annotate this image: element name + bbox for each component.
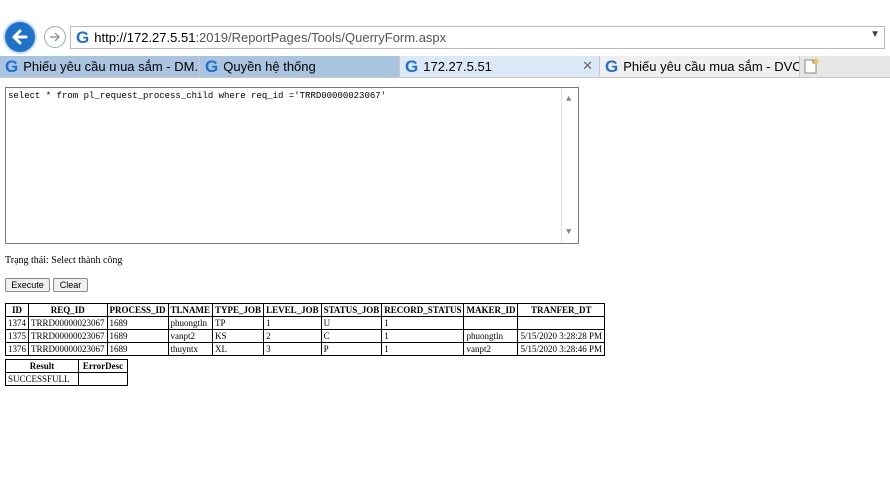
table-cell: vanpt2 — [463, 342, 519, 356]
status-text: Trạng thái: Select thành công — [5, 255, 123, 266]
table-row: 1375 TRRD00000023067 1689 vanpt2 KS 2 C … — [5, 329, 605, 343]
table-cell: 1689 — [106, 329, 169, 343]
table-cell: 1 — [381, 316, 465, 330]
new-tab-icon — [804, 58, 819, 74]
table-cell: SUCCESSFULL — [5, 372, 79, 386]
column-header: Result — [5, 359, 79, 373]
tab-system-permissions[interactable]: G Quyền hệ thống — [200, 56, 400, 77]
tab-current-page[interactable]: G 172.27.5.51 ✕ — [400, 56, 600, 77]
column-header: TYPE_JOB — [212, 303, 265, 317]
table-cell: 1 — [381, 329, 465, 343]
back-arrow-icon — [12, 29, 28, 45]
table-cell: XL — [212, 342, 265, 356]
tab-label: 172.27.5.51 — [423, 59, 492, 74]
tab-bar: G Phiếu yêu cầu mua sắm - DM... G Quyền … — [0, 56, 890, 78]
table-cell: 2 — [263, 329, 322, 343]
table-cell: 3 — [263, 342, 322, 356]
table-row: 1376 TRRD00000023067 1689 thuyntx XL 3 P… — [5, 342, 605, 356]
table-cell — [463, 316, 519, 330]
table-cell: TP — [212, 316, 265, 330]
column-header: STATUS_JOB — [320, 303, 383, 317]
table-cell — [78, 372, 128, 386]
tab-label: Phiếu yêu cầu mua sắm - DM... — [23, 59, 200, 74]
table-cell: C — [320, 329, 383, 343]
forward-button[interactable] — [44, 26, 66, 48]
query-textarea[interactable]: select * from pl_request_process_child w… — [5, 87, 579, 244]
new-tab-button[interactable] — [802, 57, 820, 75]
result-table: ID REQ_ID PROCESS_ID TLNAME TYPE_JOB LEV… — [5, 303, 605, 356]
column-header: TLNAME — [167, 303, 214, 317]
url-dropdown-icon[interactable]: ▼ — [870, 29, 880, 40]
table-cell: 1 — [263, 316, 322, 330]
table-cell: thuyntx — [167, 342, 214, 356]
column-header: ErrorDesc — [78, 359, 128, 373]
site-favicon-icon: G — [76, 28, 90, 47]
table-cell: 5/15/2020 3:28:28 PM — [517, 329, 605, 343]
table-cell: TRRD00000023067 — [28, 329, 108, 343]
tab-favicon-icon: G — [5, 57, 19, 76]
table-cell: 1375 — [5, 329, 29, 343]
table-header-row: ID REQ_ID PROCESS_ID TLNAME TYPE_JOB LEV… — [5, 303, 605, 317]
table-row: SUCCESSFULL — [5, 372, 128, 386]
summary-table: Result ErrorDesc SUCCESSFULL — [5, 359, 128, 386]
table-cell — [517, 316, 605, 330]
tab-purchase-request-dvcm[interactable]: G Phiếu yêu cầu mua sắm - DVCM — [600, 56, 800, 77]
table-cell: KS — [212, 329, 265, 343]
close-tab-icon[interactable]: ✕ — [582, 58, 593, 74]
table-cell: 1376 — [5, 342, 29, 356]
tab-favicon-icon: G — [405, 57, 419, 76]
tab-purchase-request-dm[interactable]: G Phiếu yêu cầu mua sắm - DM... — [0, 56, 200, 77]
tab-label: Phiếu yêu cầu mua sắm - DVCM — [623, 59, 800, 74]
tab-label: Quyền hệ thống — [223, 59, 316, 74]
column-header: RECORD_STATUS — [381, 303, 465, 317]
textarea-scrollbar[interactable]: ▲ ▼ — [561, 88, 578, 243]
table-cell: TRRD00000023067 — [28, 316, 108, 330]
url-path: :2019/ReportPages/Tools/QuerryForm.aspx — [195, 30, 447, 45]
table-header-row: Result ErrorDesc — [5, 359, 128, 373]
table-cell: phuongtln — [167, 316, 214, 330]
scroll-down-icon[interactable]: ▼ — [566, 227, 571, 237]
tab-favicon-icon: G — [205, 57, 219, 76]
url-host: http://172.27.5.51 — [94, 30, 196, 45]
clear-button[interactable]: Clear — [53, 278, 88, 292]
forward-arrow-icon — [50, 32, 61, 42]
table-cell: phuongtln — [463, 329, 519, 343]
column-header: PROCESS_ID — [106, 303, 169, 317]
query-text: select * from pl_request_process_child w… — [8, 91, 387, 101]
table-cell: vanpt2 — [167, 329, 214, 343]
url-input[interactable]: G http://172.27.5.51:2019/ReportPages/To… — [70, 26, 885, 49]
table-cell: 5/15/2020 3:28:46 PM — [517, 342, 605, 356]
column-header: ID — [5, 303, 29, 317]
column-header: LEVEL_JOB — [263, 303, 322, 317]
table-row: 1374 TRRD00000023067 1689 phuongtln TP 1… — [5, 316, 605, 330]
table-cell: 1689 — [106, 342, 169, 356]
tab-favicon-icon: G — [605, 57, 619, 76]
table-cell: P — [320, 342, 383, 356]
back-button[interactable] — [3, 20, 37, 54]
column-header: REQ_ID — [28, 303, 108, 317]
column-header: MAKER_ID — [463, 303, 519, 317]
execute-button[interactable]: Execute — [5, 278, 50, 292]
table-cell: TRRD00000023067 — [28, 342, 108, 356]
table-cell: U — [320, 316, 383, 330]
table-cell: 1689 — [106, 316, 169, 330]
table-cell: 1374 — [5, 316, 29, 330]
scroll-up-icon[interactable]: ▲ — [566, 94, 571, 104]
table-cell: 1 — [381, 342, 465, 356]
address-bar-area: G http://172.27.5.51:2019/ReportPages/To… — [0, 20, 890, 56]
column-header: TRANFER_DT — [517, 303, 605, 317]
